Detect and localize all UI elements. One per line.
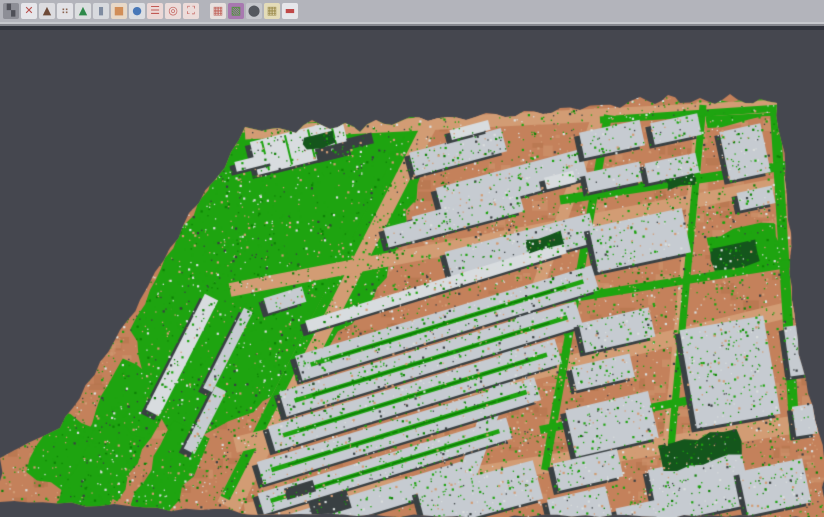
viewport-top-shade	[0, 26, 824, 30]
ground-points-icon[interactable]: ⠶	[57, 3, 73, 19]
3d-viewport[interactable]	[0, 0, 824, 517]
orthophoto-icon[interactable]: ■	[111, 3, 127, 19]
app-dark-icon[interactable]: ▚	[3, 3, 19, 19]
panel-icon[interactable]: ▮	[93, 3, 109, 19]
point-cloud-viewer-window: ▚✕▲⠶▲▮■●☰◎⛶▦▧⬤▦▬	[0, 0, 824, 517]
target-icon[interactable]: ◎	[165, 3, 181, 19]
classification-colors-icon[interactable]: ▧	[228, 3, 244, 19]
align-points-icon[interactable]: ✕	[21, 3, 37, 19]
terrain-brown-icon[interactable]: ▲	[39, 3, 55, 19]
globe-icon[interactable]: ●	[129, 3, 145, 19]
remove-cloud-icon[interactable]: ▬	[282, 3, 298, 19]
main-toolbar: ▚✕▲⠶▲▮■●☰◎⛶▦▧⬤▦▬	[0, 0, 824, 22]
camera-icon[interactable]: ⬤	[246, 3, 262, 19]
selection-bounds-icon[interactable]: ⛶	[183, 3, 199, 19]
red-list-icon[interactable]: ☰	[147, 3, 163, 19]
alpha-grid-icon[interactable]: ▦	[210, 3, 226, 19]
attributes-table-icon[interactable]: ▦	[264, 3, 280, 19]
terrain-green-icon[interactable]: ▲	[75, 3, 91, 19]
